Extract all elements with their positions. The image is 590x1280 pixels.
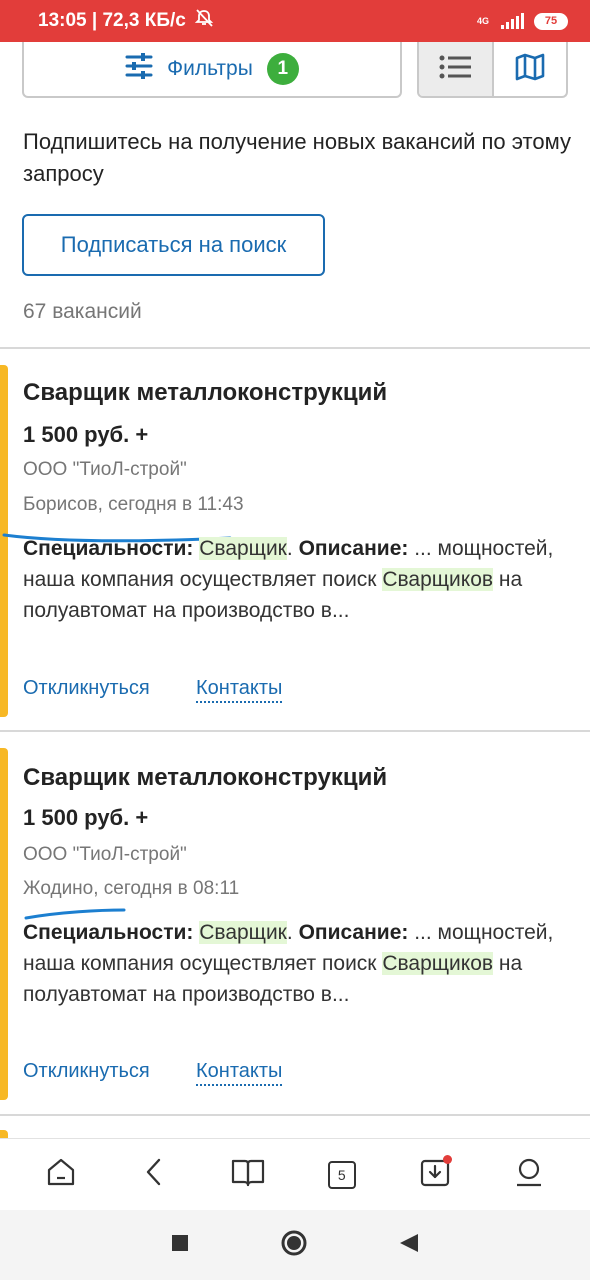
- desc-highlight: Сварщик: [199, 921, 287, 944]
- map-view-button[interactable]: [494, 42, 567, 96]
- profile-icon: [514, 1157, 544, 1192]
- filters-count-badge: 1: [266, 53, 299, 85]
- vacancy-salary: 1 500 руб. +: [23, 805, 149, 830]
- vacancy-title[interactable]: Сварщик металлоконструкций: [23, 764, 387, 792]
- desc-highlight: Сварщиков: [382, 952, 494, 975]
- subscribe-prompt: Подпишитесь на получение новых вакансий …: [23, 129, 571, 186]
- tabs-icon: 5: [327, 1160, 356, 1189]
- home-button[interactable]: [31, 1145, 91, 1205]
- desc-highlight: Сварщик: [199, 537, 287, 560]
- list-icon: [439, 55, 472, 84]
- vacancy-place-time: Борисов, сегодня в 11:43: [23, 494, 244, 515]
- vacancy-company: ООО "ТиоЛ-строй": [23, 844, 187, 865]
- desc-dot: .: [286, 537, 293, 560]
- contacts-link[interactable]: Контакты: [196, 677, 283, 703]
- desc-label-desc: Описание:: [298, 537, 409, 560]
- book-icon: [231, 1157, 265, 1192]
- back-button[interactable]: [124, 1145, 184, 1205]
- desc-label-spec: Специальности:: [23, 921, 194, 944]
- desc-highlight: Сварщиков: [382, 568, 494, 591]
- vacancy-title[interactable]: Сварщик металлоконструкций: [23, 379, 387, 407]
- filters-label: Фильтры: [167, 57, 253, 80]
- bookmarks-button[interactable]: [218, 1145, 278, 1205]
- browser-bottom-nav: 5: [0, 1138, 590, 1210]
- respond-link[interactable]: Откликнуться: [23, 677, 150, 700]
- circle-icon[interactable]: [280, 1229, 308, 1262]
- notification-dot: [443, 1154, 453, 1164]
- downloads-button[interactable]: [405, 1145, 465, 1205]
- vacancy-card[interactable]: Сварщик металлоконструкций 1 500 руб. + …: [0, 732, 590, 1122]
- vacancy-description: Специальности: Сварщик. Описание: ... мо…: [23, 917, 568, 1010]
- status-right: 4G 75: [476, 12, 568, 30]
- status-left: 13:05 | 72,3 КБ/с: [38, 8, 214, 34]
- sliders-icon: [125, 53, 153, 85]
- system-nav-bar: [0, 1210, 590, 1280]
- divider: [0, 1114, 590, 1116]
- home-icon: [45, 1156, 77, 1193]
- status-time-speed: 13:05 | 72,3 КБ/с: [38, 10, 186, 31]
- vacancy-place-time: Жодино, сегодня в 08:11: [23, 878, 240, 899]
- results-count: 67 вакансий: [23, 300, 142, 323]
- vacancy-card[interactable]: Сварщик металлоконструкций 1 500 руб. + …: [0, 349, 590, 739]
- battery-icon: 75: [534, 12, 568, 30]
- back-icon: [142, 1156, 166, 1193]
- contacts-link[interactable]: Контакты: [196, 1060, 283, 1086]
- battery-level: 75: [544, 15, 558, 27]
- vacancy-description: Специальности: Сварщик. Описание: ... мо…: [23, 533, 568, 626]
- desc-label-desc: Описание:: [298, 921, 409, 944]
- desc-label-spec: Специальности:: [23, 537, 194, 560]
- map-icon: [515, 53, 545, 86]
- tabs-button[interactable]: 5: [312, 1145, 372, 1205]
- search-toolbar: Фильтры 1: [22, 42, 568, 98]
- vacancy-company: ООО "ТиоЛ-строй": [23, 459, 187, 480]
- subscribe-button[interactable]: Подписаться на поиск: [22, 214, 325, 276]
- status-bar: 13:05 | 72,3 КБ/с 4G 75: [0, 0, 590, 42]
- triangle-icon[interactable]: [398, 1232, 420, 1259]
- square-icon[interactable]: [170, 1233, 190, 1258]
- vacancy-salary: 1 500 руб. +: [23, 422, 149, 447]
- desc-dot: .: [286, 921, 293, 944]
- network-label: 4G: [476, 15, 489, 26]
- card-accent: [0, 748, 8, 1100]
- next-card-accent: [0, 1130, 8, 1138]
- filters-button[interactable]: Фильтры 1: [22, 42, 402, 98]
- respond-link[interactable]: Откликнуться: [23, 1060, 150, 1083]
- mute-icon: [194, 8, 214, 34]
- list-view-button[interactable]: [419, 42, 494, 96]
- tabs-count: 5: [337, 1166, 346, 1183]
- profile-button[interactable]: [499, 1145, 559, 1205]
- view-toggle: [417, 42, 568, 98]
- signal-icon: [501, 13, 524, 29]
